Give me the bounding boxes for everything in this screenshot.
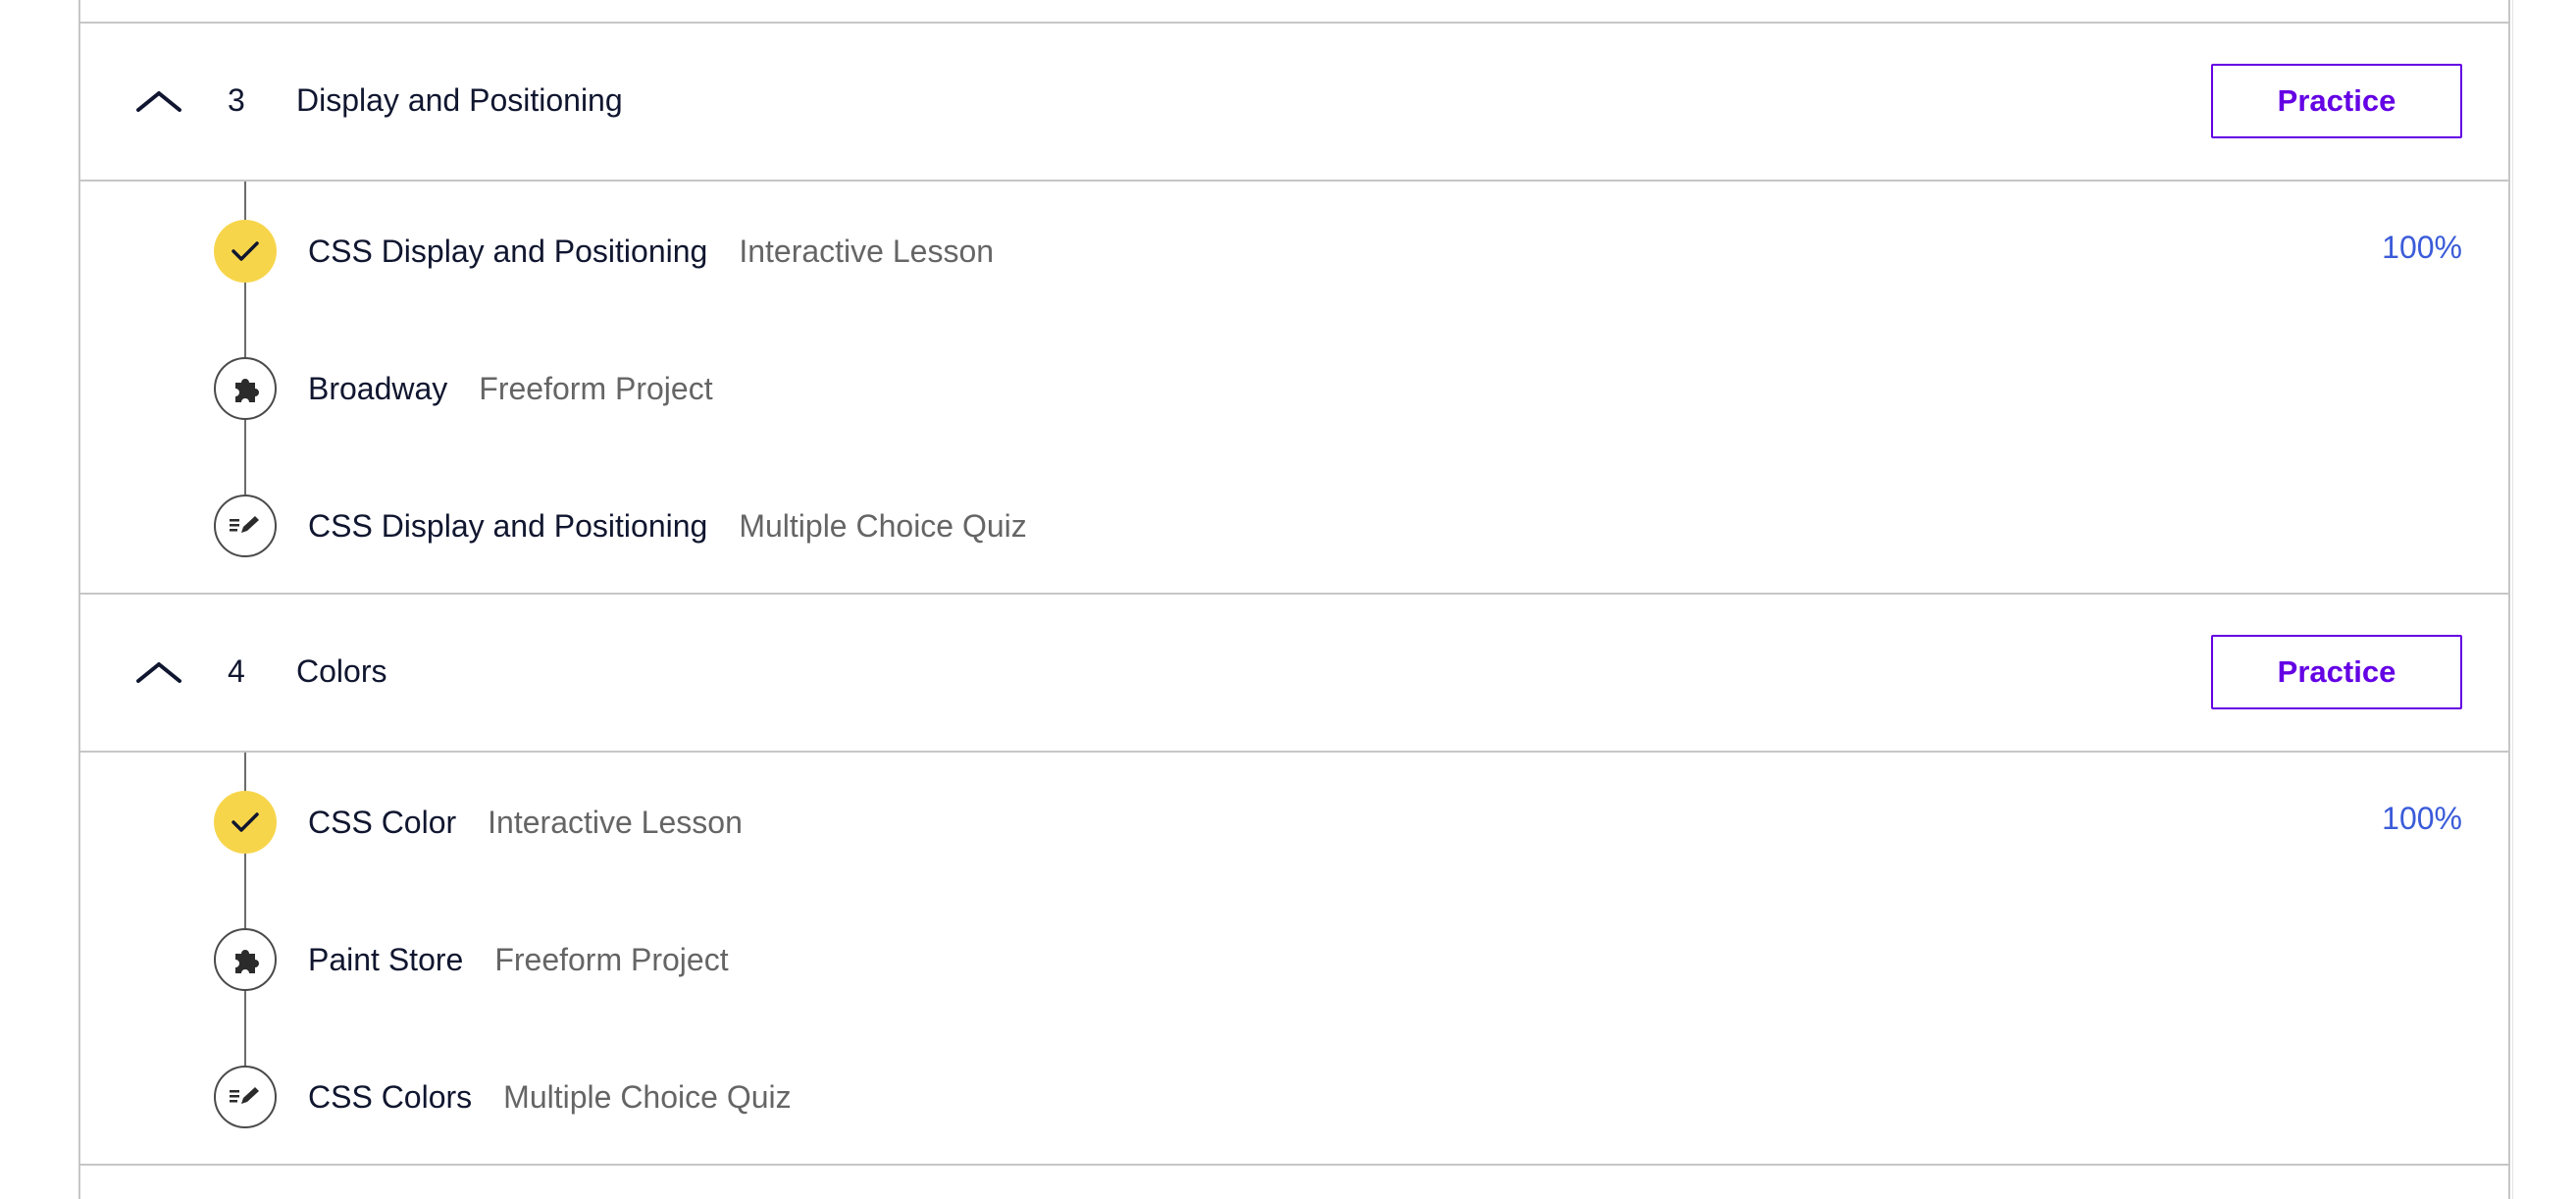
lesson-item[interactable]: CSS Color Interactive Lesson — [308, 798, 743, 847]
lesson-title: CSS Color — [308, 804, 457, 840]
quiz-type: Multiple Choice Quiz — [503, 1078, 792, 1115]
quiz-item[interactable]: CSS Display and Positioning Multiple Cho… — [308, 501, 1027, 550]
project-type: Freeform Project — [479, 370, 713, 406]
puzzle-icon — [214, 357, 277, 420]
quiz-title: CSS Colors — [308, 1078, 473, 1115]
timeline-connector — [244, 182, 246, 224]
project-title: Broadway — [308, 370, 448, 406]
completed-check-icon — [214, 791, 277, 854]
project-title: Paint Store — [308, 941, 464, 977]
module-title: Display and Positioning — [296, 82, 623, 118]
project-type: Freeform Project — [494, 941, 729, 977]
quiz-title: CSS Display and Positioning — [308, 507, 708, 544]
timeline-connector — [244, 419, 246, 495]
module-header[interactable] — [80, 595, 2508, 752]
project-item[interactable]: Paint Store Freeform Project — [308, 935, 729, 984]
timeline-connector — [244, 990, 246, 1067]
divider — [78, 1164, 2510, 1166]
lesson-progress: 100% — [2382, 230, 2462, 265]
project-item[interactable]: Broadway Freeform Project — [308, 364, 713, 413]
module-number: 4 — [228, 653, 245, 689]
quiz-type: Multiple Choice Quiz — [739, 507, 1027, 544]
collapse-chevron-icon[interactable] — [135, 85, 182, 117]
syllabus-frame-right-outer — [2512, 0, 2513, 1199]
timeline-connector — [244, 853, 246, 929]
collapse-chevron-icon[interactable] — [135, 656, 182, 688]
lesson-progress: 100% — [2382, 801, 2462, 836]
completed-check-icon — [214, 220, 277, 283]
timeline-connector — [244, 753, 246, 795]
divider — [78, 751, 2510, 753]
lesson-type: Interactive Lesson — [488, 804, 743, 840]
lesson-item[interactable]: CSS Display and Positioning Interactive … — [308, 227, 994, 276]
quiz-item[interactable]: CSS Colors Multiple Choice Quiz — [308, 1072, 792, 1121]
lesson-title: CSS Display and Positioning — [308, 233, 708, 269]
practice-button[interactable]: Practice — [2211, 64, 2462, 138]
module-title: Colors — [296, 653, 387, 689]
quiz-icon — [214, 1066, 277, 1128]
timeline-connector — [244, 282, 246, 358]
practice-button[interactable]: Practice — [2211, 635, 2462, 709]
divider — [78, 180, 2510, 182]
puzzle-icon — [214, 928, 277, 991]
lesson-type: Interactive Lesson — [739, 233, 995, 269]
quiz-icon — [214, 495, 277, 557]
module-number: 3 — [228, 82, 245, 118]
